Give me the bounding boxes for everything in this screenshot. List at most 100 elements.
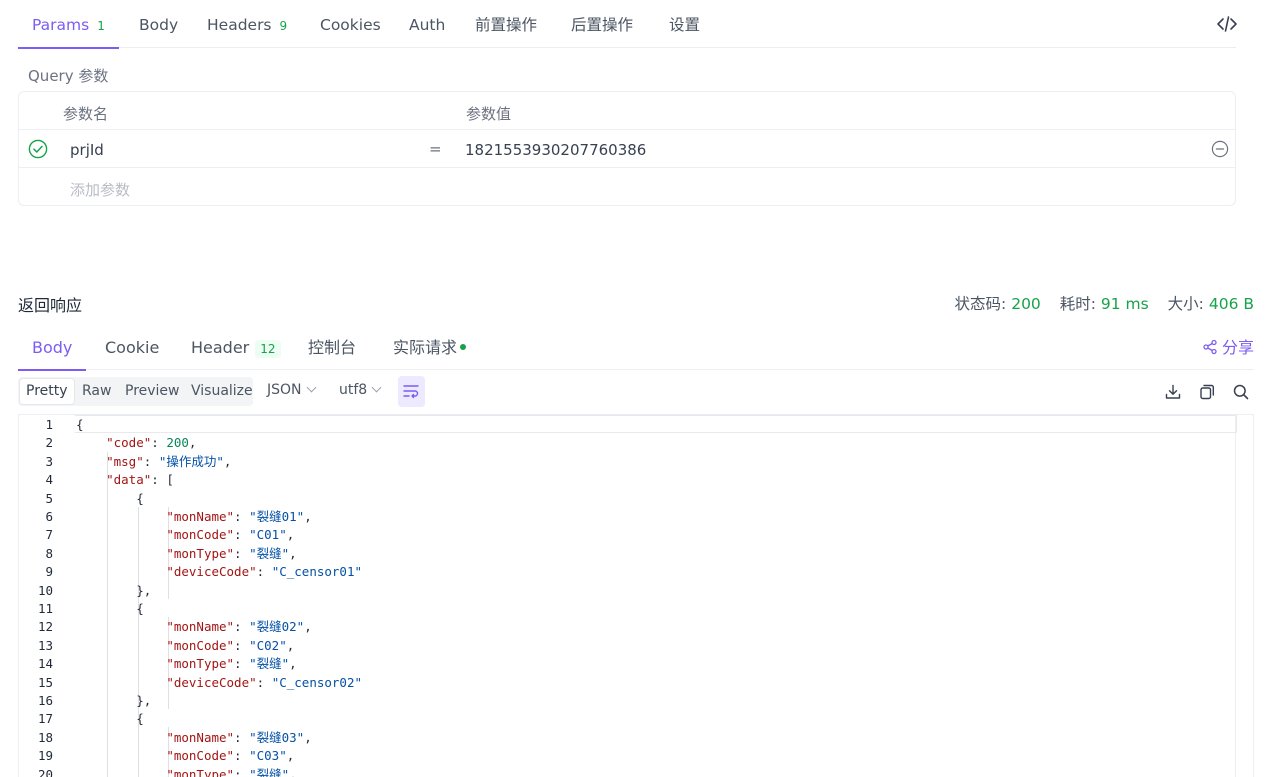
code-line: 14 "monType": "裂缝",	[19, 655, 1253, 673]
tab-count-badge: 1	[97, 19, 105, 33]
tab-params[interactable]: Params 1	[18, 0, 119, 49]
code-text: "deviceCode": "C_censor02"	[166, 674, 362, 690]
response-stats: 状态码: 200 耗时: 91 ms 大小: 406 B	[955, 292, 1254, 314]
share-label: 分享	[1221, 338, 1254, 357]
column-header-value: 参数值	[466, 105, 512, 123]
code-text: "monType": "裂缝",	[166, 656, 297, 672]
encoding-select[interactable]: utf8	[339, 382, 382, 398]
tab-auth[interactable]: Auth	[409, 0, 445, 48]
code-text: },	[76, 582, 152, 598]
code-snippet-icon[interactable]	[1216, 14, 1238, 34]
line-number: 16	[37, 693, 53, 708]
remove-param-icon[interactable]	[1211, 140, 1229, 158]
line-number: 14	[37, 656, 53, 672]
add-param-input[interactable]: 添加参数	[70, 179, 130, 200]
tab-count-badge: 9	[279, 19, 288, 33]
equals-sign: =	[429, 140, 442, 158]
params-table-header: 参数名 参数值	[19, 92, 1235, 130]
tab-settings[interactable]: 设置	[669, 0, 700, 48]
code-line: 7 "monCode": "C01",	[19, 526, 1253, 544]
view-preview-button[interactable]: Preview	[119, 379, 186, 404]
code-text: "monName": "裂缝03",	[166, 729, 312, 745]
tab-pre-ops[interactable]: 前置操作	[475, 0, 537, 48]
code-text: {	[76, 601, 144, 616]
code-line: 10 },	[19, 582, 1253, 600]
code-text: "msg": "操作成功",	[106, 453, 232, 469]
word-wrap-icon	[403, 385, 419, 399]
line-number: 4	[45, 472, 53, 488]
tab-response-cookie[interactable]: Cookie	[105, 327, 159, 370]
time-value: 91 ms	[1100, 295, 1149, 313]
line-number: 12	[37, 619, 53, 635]
code-text: "monCode": "C03",	[166, 748, 295, 764]
view-pretty-button[interactable]: Pretty	[20, 379, 74, 404]
param-name-input[interactable]: prjId	[70, 141, 104, 159]
share-icon	[1203, 339, 1217, 354]
code-text: "monCode": "C02",	[166, 637, 295, 653]
code-line: 13 "monCode": "C02",	[19, 637, 1253, 655]
code-line: 17 {	[19, 710, 1253, 728]
download-icon[interactable]	[1164, 383, 1182, 401]
code-line: 2 "code": 200,	[19, 434, 1253, 452]
code-text: "monType": "裂缝",	[166, 545, 297, 561]
line-number: 1	[45, 417, 53, 432]
tab-label: Header	[191, 338, 250, 357]
tab-response-body[interactable]: Body	[17, 327, 87, 371]
search-icon[interactable]	[1232, 383, 1250, 401]
query-params-label: Query 参数	[28, 67, 109, 85]
tab-label: 前置操作	[475, 16, 538, 34]
tab-label: 设置	[669, 16, 701, 34]
tab-response-console[interactable]: 控制台	[308, 327, 356, 370]
code-text: {	[76, 711, 144, 727]
code-text: "deviceCode": "C_censor01"	[166, 564, 362, 580]
line-number: 3	[45, 453, 53, 469]
view-raw-button[interactable]: Raw	[76, 379, 117, 404]
tab-response-header[interactable]: Header 12	[191, 327, 281, 370]
share-button[interactable]: 分享	[1202, 327, 1254, 370]
tab-label: Cookie	[105, 338, 160, 357]
time-label: 耗时:	[1059, 295, 1096, 313]
chevron-down-icon	[306, 382, 316, 393]
response-body-toolbar: Pretty Raw Preview Visualize JSON utf8	[18, 376, 1262, 408]
word-wrap-button[interactable]	[398, 376, 425, 407]
status-label: 状态码:	[954, 295, 1007, 313]
tab-label: 控制台	[308, 338, 357, 357]
code-line: 11 {	[19, 600, 1253, 618]
tab-label: Cookies	[320, 16, 381, 34]
line-number: 8	[45, 545, 53, 561]
line-number: 5	[45, 490, 53, 506]
tab-post-ops[interactable]: 后置操作	[571, 0, 633, 48]
tab-body[interactable]: Body	[139, 0, 178, 48]
view-visualize-button[interactable]: Visualize	[185, 379, 259, 404]
code-text: "monName": "裂缝02",	[166, 619, 312, 635]
param-value-input[interactable]: 1821553930207760386	[465, 141, 646, 159]
code-line: 18 "monName": "裂缝03",	[19, 729, 1253, 747]
code-line: 4 "data": [	[19, 471, 1253, 489]
tab-headers[interactable]: Headers 9	[207, 0, 287, 48]
response-code-viewer[interactable]: 1{2 "code": 200, 3 "msg": "操作成功", 4 "data"…	[18, 414, 1254, 777]
view-mode-group: Pretty Raw Preview Visualize	[18, 377, 253, 406]
tab-label: Headers	[207, 16, 272, 34]
request-tabs: Params 1 Body Headers 9 Cookies Auth 前置操作 …	[18, 0, 1238, 49]
tab-actual-request[interactable]: 实际请求	[393, 327, 467, 370]
line-number: 18	[37, 729, 53, 745]
size-label: 大小:	[1167, 295, 1204, 313]
response-tabs: Body Cookie Header 12 控制台 实际请求 分享	[17, 327, 1254, 371]
code-line: 8 "monType": "裂缝",	[19, 545, 1253, 563]
code-line: 5 {	[19, 490, 1253, 508]
code-line: 12 "monName": "裂缝02",	[19, 618, 1253, 636]
line-number: 17	[37, 711, 53, 727]
copy-icon[interactable]	[1198, 383, 1216, 401]
param-enabled-checkbox-icon[interactable]	[28, 139, 48, 159]
code-line: 19 "monCode": "C03",	[19, 747, 1253, 765]
column-header-name: 参数名	[63, 105, 109, 123]
code-line: 3 "msg": "操作成功",	[19, 453, 1253, 471]
tab-cookies[interactable]: Cookies	[320, 0, 381, 48]
code-line: 1{	[19, 416, 1253, 434]
code-line: 6 "monName": "裂缝01",	[19, 508, 1253, 526]
code-text: {	[76, 417, 84, 432]
line-number: 19	[37, 748, 53, 764]
format-select[interactable]: JSON	[267, 382, 316, 398]
param-row: prjId = 1821553930207760386	[19, 130, 1235, 168]
tab-label: 实际请求	[393, 338, 458, 357]
